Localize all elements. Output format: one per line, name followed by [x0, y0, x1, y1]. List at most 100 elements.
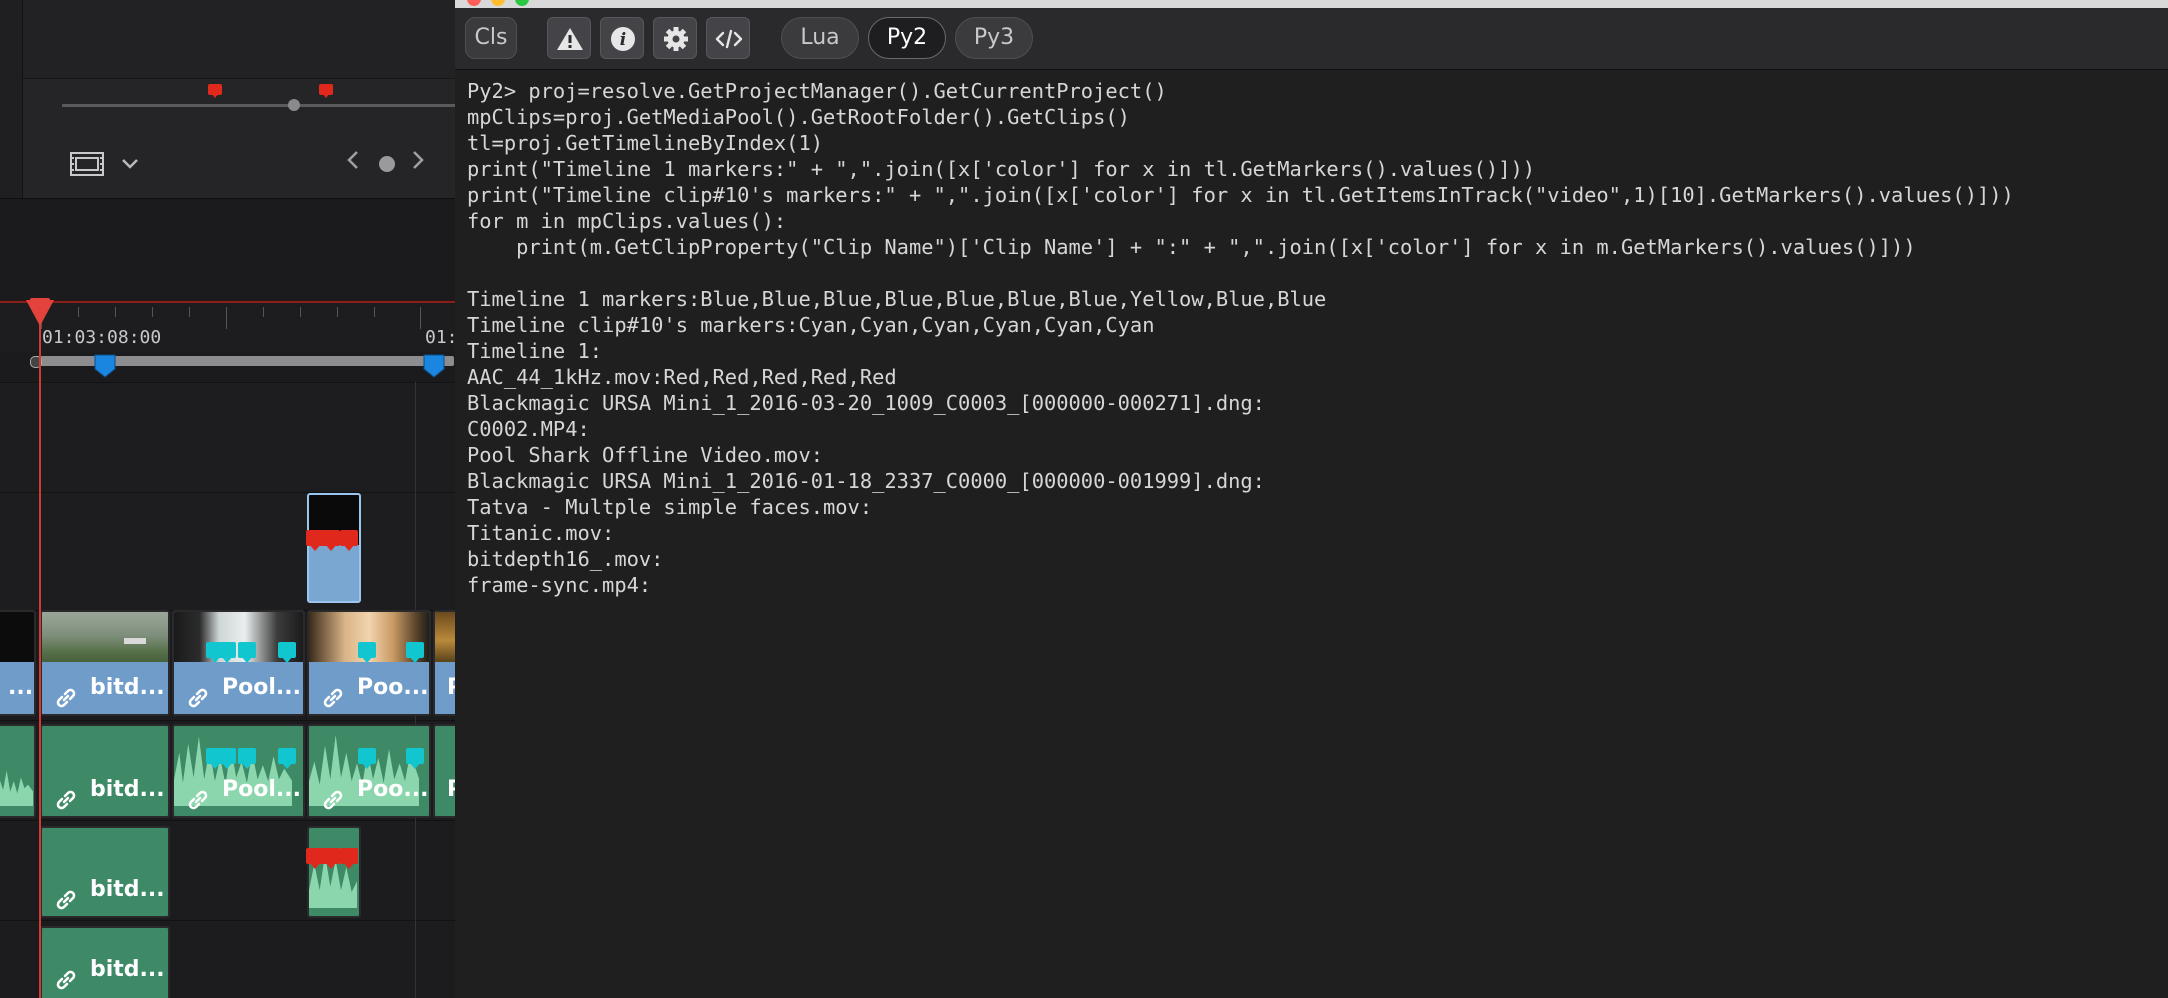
- timeline-marker-blue[interactable]: [423, 354, 445, 378]
- console-line: Timeline clip#10's markers:Cyan,Cyan,Cya…: [467, 313, 1155, 337]
- clip-marker-cyan[interactable]: [238, 748, 256, 769]
- clip-label: bitd...: [90, 877, 165, 902]
- console-toolbar: Cls i Lua Py2 Py3: [455, 8, 2168, 70]
- console-line: bitdepth16_.mov:: [467, 547, 664, 571]
- clip-label: bitd...: [90, 777, 165, 802]
- clip-marker-cyan[interactable]: [406, 748, 424, 769]
- info-icon[interactable]: i: [600, 17, 644, 59]
- console-line: Timeline 1 markers:Blue,Blue,Blue,Blue,B…: [467, 287, 1327, 311]
- timeline-clip-video[interactable]: P: [433, 610, 455, 716]
- code-icon[interactable]: [706, 17, 750, 59]
- link-icon: [54, 879, 78, 910]
- timeline-clip-audio[interactable]: bitd...: [40, 926, 170, 998]
- timeline-clip-video[interactable]: bitd...: [40, 610, 170, 716]
- clip-marker-cyan[interactable]: [278, 642, 296, 663]
- clip-marker-cyan[interactable]: [238, 642, 256, 663]
- link-icon: [321, 677, 345, 708]
- viewer-image-area: [23, 0, 455, 79]
- console-line: Titanic.mov:: [467, 521, 615, 545]
- marker-dot-button[interactable]: [379, 156, 395, 172]
- console-line: Pool Shark Offline Video.mov:: [467, 443, 824, 467]
- viewer-marker-red[interactable]: [208, 84, 222, 98]
- console-line: tl=proj.GetTimelineByIndex(1): [467, 131, 824, 155]
- viewer-scrubber[interactable]: [62, 99, 455, 111]
- clip-label: Poo...: [357, 675, 429, 700]
- clip-marker-cyan[interactable]: [406, 642, 424, 663]
- console-window: Cls i Lua Py2 Py3 Py2> proj=resolve.GetP…: [455, 0, 2168, 998]
- console-line: AAC_44_1kHz.mov:Red,Red,Red,Red,Red: [467, 365, 897, 389]
- timeline-clip-audio[interactable]: Poo...: [307, 724, 431, 818]
- timeline-clip-audio[interactable]: P: [433, 724, 455, 818]
- prev-marker-button[interactable]: [345, 148, 361, 178]
- timeline-marker-blue[interactable]: [94, 354, 116, 378]
- clip-label: P: [435, 764, 455, 816]
- warning-icon[interactable]: [547, 17, 591, 59]
- clip-marker-red[interactable]: [322, 530, 340, 551]
- clip-marker-cyan[interactable]: [218, 642, 236, 663]
- tab-lua[interactable]: Lua: [781, 17, 859, 59]
- console-line: Py2> proj=resolve.GetProjectManager().Ge…: [467, 79, 1167, 103]
- timeline-clip-video[interactable]: Pool...: [172, 610, 305, 716]
- zoom-window-button[interactable]: [515, 0, 529, 6]
- clip-marker-red[interactable]: [340, 848, 358, 869]
- timeline-clip-audio[interactable]: bitd...: [40, 826, 170, 918]
- tab-py2[interactable]: Py2: [868, 17, 946, 59]
- playhead-handle[interactable]: [26, 300, 54, 326]
- clip-marker-red[interactable]: [322, 848, 340, 869]
- clip-label: ...: [0, 662, 34, 714]
- console-line: Timeline 1:: [467, 339, 603, 363]
- timeline-clip-video[interactable]: ...: [0, 610, 36, 716]
- chevron-down-icon[interactable]: [120, 152, 140, 176]
- link-icon: [321, 779, 345, 810]
- playhead-line[interactable]: [39, 302, 41, 998]
- console-line: print("Timeline clip#10's markers:" + ",…: [467, 183, 2014, 207]
- clip-label: bitd...: [90, 957, 165, 982]
- timecode-label: 01:03:08:00: [42, 327, 162, 348]
- clear-button[interactable]: Cls: [465, 17, 517, 59]
- clip-label: bitd...: [90, 675, 165, 700]
- window-titlebar: [455, 0, 2168, 8]
- timeline-panel: 01:03:08:00 01: ... bitd... Pool... Poo.…: [0, 0, 455, 998]
- minimize-window-button[interactable]: [491, 0, 505, 6]
- clip-label: Pool...: [222, 777, 301, 802]
- console-line: for m in mpClips.values():: [467, 209, 787, 233]
- clip-label: Pool...: [222, 675, 301, 700]
- console-line: frame-sync.mp4:: [467, 573, 652, 597]
- link-icon: [186, 677, 210, 708]
- clip-label: Poo...: [357, 777, 429, 802]
- timeline-clip-audio[interactable]: bitd...: [40, 724, 170, 818]
- close-window-button[interactable]: [467, 0, 481, 6]
- console-line: mpClips=proj.GetMediaPool().GetRootFolde…: [467, 105, 1130, 129]
- scrubber-knob[interactable]: [288, 99, 300, 111]
- timeline-clip-audio[interactable]: [307, 826, 361, 918]
- console-line: Blackmagic URSA Mini_1_2016-03-20_1009_C…: [467, 391, 1265, 415]
- filmstrip-icon[interactable]: [70, 152, 104, 176]
- viewer-marker-red[interactable]: [319, 84, 333, 98]
- timecode-label: 01:: [425, 327, 455, 348]
- timeline-clip-audio[interactable]: [0, 724, 36, 818]
- link-icon: [54, 959, 78, 990]
- console-line: Tatva - Multple simple faces.mov:: [467, 495, 873, 519]
- link-icon: [186, 779, 210, 810]
- svg-text:i: i: [620, 30, 626, 50]
- clip-marker-cyan[interactable]: [358, 748, 376, 769]
- console-line: print("Timeline 1 markers:" + ",".join([…: [467, 157, 1536, 181]
- next-marker-button[interactable]: [410, 148, 426, 178]
- gear-icon[interactable]: [653, 17, 697, 59]
- console-output[interactable]: Py2> proj=resolve.GetProjectManager().Ge…: [467, 78, 2157, 988]
- console-line: Blackmagic URSA Mini_1_2016-01-18_2337_C…: [467, 469, 1265, 493]
- video-track-2: [0, 492, 455, 611]
- timeline-clip-audio[interactable]: Pool...: [172, 724, 305, 818]
- timeline-clip-video[interactable]: Poo...: [307, 610, 431, 716]
- viewer-side-strip: [0, 0, 22, 198]
- timeline-ruler[interactable]: 01:03:08:00 01:: [0, 300, 455, 351]
- clip-marker-red[interactable]: [340, 530, 358, 551]
- clip-marker-cyan[interactable]: [358, 642, 376, 663]
- clip-marker-cyan[interactable]: [278, 748, 296, 769]
- video-track-3: [0, 382, 455, 493]
- link-icon: [54, 677, 78, 708]
- tab-py3[interactable]: Py3: [955, 17, 1033, 59]
- clip-marker-cyan[interactable]: [218, 748, 236, 769]
- console-line: C0002.MP4:: [467, 417, 590, 441]
